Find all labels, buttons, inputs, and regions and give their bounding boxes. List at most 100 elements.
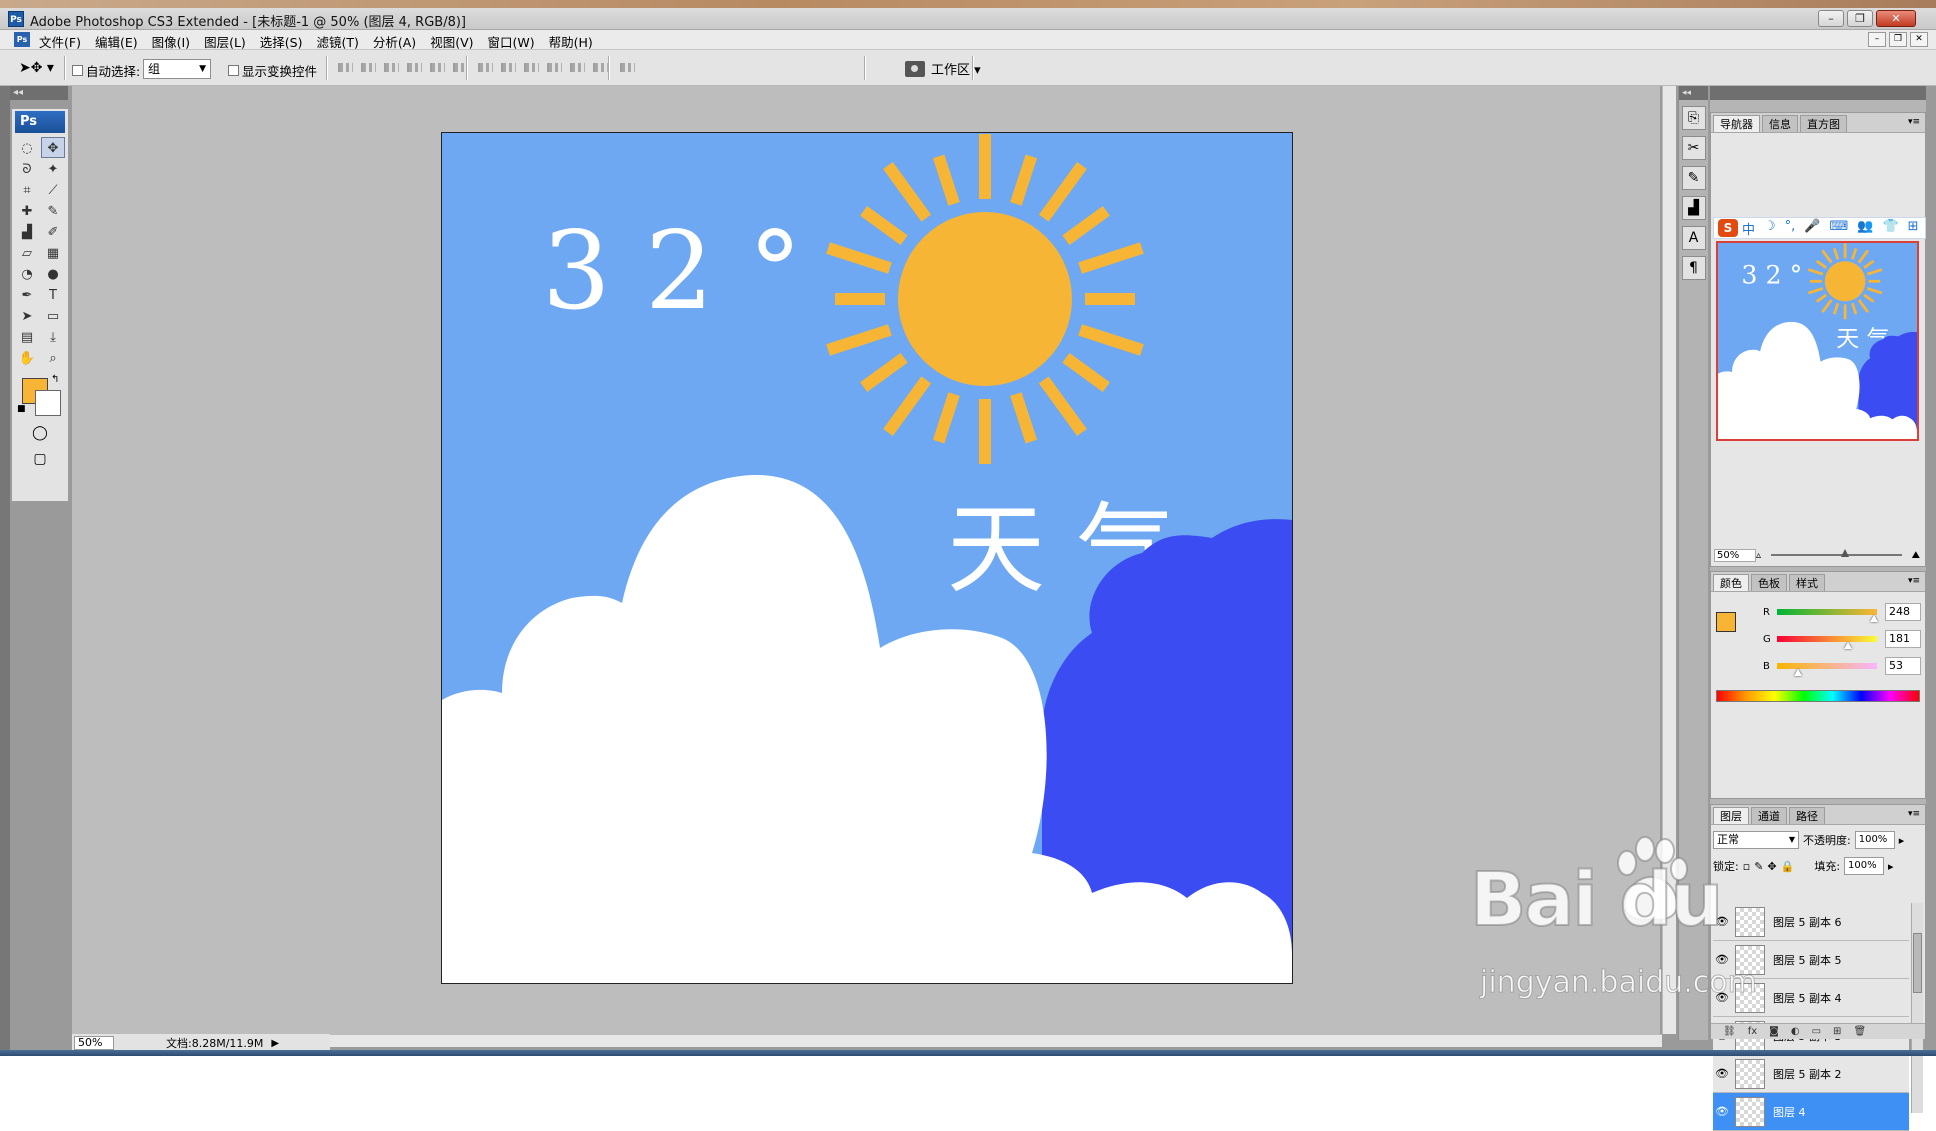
fill-arrow-icon[interactable]: ▸ [1888, 860, 1894, 873]
dodge-tool-icon[interactable]: ● [41, 263, 65, 284]
red-value-field[interactable]: 248 [1885, 603, 1921, 621]
menu-item-2[interactable]: 图像(I) [151, 32, 191, 51]
layer-row[interactable]: 👁 图层 4 [1713, 1093, 1909, 1131]
scroll-thumb[interactable] [1913, 933, 1922, 993]
healing-tool-icon[interactable]: ✚ [15, 200, 39, 221]
sogou-logo-icon[interactable]: S [1718, 219, 1738, 237]
delete-layer-icon[interactable]: 🗑 [1853, 1026, 1866, 1037]
ime-item-icon[interactable]: ⊞ [1908, 219, 1919, 238]
menu-item-5[interactable]: 滤镜(T) [315, 32, 359, 51]
panel-menu-icon[interactable]: ▾≡ [1908, 809, 1920, 819]
blue-value-field[interactable]: 53 [1885, 657, 1921, 675]
menu-item-1[interactable]: 编辑(E) [94, 32, 139, 51]
menu-item-9[interactable]: 帮助(H) [548, 32, 594, 51]
visibility-eye-icon[interactable]: 👁 [1713, 991, 1731, 1004]
slider-thumb[interactable] [1841, 549, 1850, 557]
doc-minimize-button[interactable]: – [1868, 32, 1886, 47]
color-spectrum-ramp[interactable] [1716, 690, 1920, 702]
document-icon[interactable]: Ps [14, 32, 30, 47]
hand-tool-icon[interactable]: ✋ [15, 347, 39, 368]
lock-position-icon[interactable]: ✥ [1767, 860, 1776, 873]
auto-select-dropdown[interactable]: 组 ▼ [143, 59, 211, 79]
visibility-eye-icon[interactable]: 👁 [1713, 953, 1731, 966]
panel-tab-1[interactable]: 色板 [1751, 574, 1787, 591]
distribute-bottom-icon[interactable] [522, 60, 539, 76]
status-menu-arrow-icon[interactable]: ▶ [271, 1038, 279, 1049]
swap-colors-icon[interactable]: ↰ [51, 374, 59, 385]
restore-button[interactable]: ❐ [1847, 10, 1873, 27]
green-slider[interactable] [1777, 636, 1877, 649]
distribute-left-icon[interactable] [545, 60, 562, 76]
doc-restore-button[interactable]: ❐ [1889, 32, 1907, 47]
close-button[interactable]: ✕ [1876, 10, 1916, 27]
align-hcenter-icon[interactable] [428, 60, 445, 76]
navigator-zoom-field[interactable]: 50% [1714, 548, 1756, 562]
ime-item-icon[interactable]: ☽ [1764, 219, 1776, 238]
ime-item-icon[interactable]: 中 [1742, 219, 1755, 238]
path-select-tool-icon[interactable]: ➤ [15, 305, 39, 326]
background-color-swatch[interactable] [35, 390, 61, 416]
show-transform-checkbox[interactable]: 显示变换控件 [228, 61, 317, 80]
eyedropper-tool-icon[interactable]: ⤓ [41, 326, 65, 347]
menu-item-8[interactable]: 窗口(W) [487, 32, 536, 51]
ime-item-icon[interactable]: 🎤 [1804, 219, 1820, 238]
panel-tab-2[interactable]: 样式 [1789, 574, 1825, 591]
auto-select-checkbox[interactable]: 自动选择: [72, 61, 140, 80]
quick-mask-button[interactable]: ◯ [21, 422, 59, 444]
workspace-button[interactable]: 工作区 ▾ [905, 59, 981, 78]
checkbox-box[interactable] [228, 65, 239, 76]
clone-source-icon[interactable]: ▟ [1681, 196, 1706, 220]
zoom-in-icon[interactable]: ⛰ [1912, 550, 1920, 561]
layers-scrollbar[interactable] [1911, 903, 1923, 1113]
horizontal-scrollbar[interactable] [330, 1034, 1662, 1047]
lock-all-icon[interactable]: 🔒 [1781, 860, 1795, 873]
history-icon[interactable]: ⎘ [1681, 106, 1706, 130]
menu-item-6[interactable]: 分析(A) [372, 32, 417, 51]
green-value-field[interactable]: 181 [1885, 630, 1921, 648]
move-tool-icon[interactable]: ✥ [41, 137, 65, 158]
ime-item-icon[interactable]: 👥 [1857, 219, 1873, 238]
auto-align-icon[interactable] [618, 60, 635, 76]
panel-tab-1[interactable]: 通道 [1751, 807, 1787, 824]
tool-presets-icon[interactable]: ✂ [1681, 136, 1706, 160]
navigator-zoom-slider[interactable] [1771, 549, 1902, 557]
panel-tab-0[interactable]: 导航器 [1713, 115, 1760, 132]
green-slider-thumb[interactable] [1843, 642, 1852, 649]
zoom-out-icon[interactable]: ▵ [1756, 550, 1761, 561]
blend-mode-dropdown[interactable]: 正常 ▼ [1713, 831, 1799, 849]
stamp-tool-icon[interactable]: ▟ [15, 221, 39, 242]
blue-slider-thumb[interactable] [1793, 669, 1802, 676]
distribute-hcenter-icon[interactable] [568, 60, 585, 76]
link-layers-icon[interactable]: ⛓ [1723, 1026, 1736, 1037]
visibility-eye-icon[interactable]: 👁 [1713, 1105, 1731, 1118]
toolbox-header[interactable]: ◂◂ [10, 86, 68, 100]
notes-tool-icon[interactable]: ▤ [15, 326, 39, 347]
opacity-field[interactable]: 100% [1854, 831, 1895, 849]
new-layer-icon[interactable]: ⊞ [1833, 1026, 1841, 1037]
bridge-camera-icon[interactable] [905, 60, 925, 77]
lock-transparent-icon[interactable]: ▫ [1743, 860, 1750, 873]
character-icon[interactable]: A [1681, 226, 1706, 250]
panel-tab-2[interactable]: 直方图 [1800, 115, 1847, 132]
blue-slider[interactable] [1777, 663, 1877, 676]
layer-row[interactable]: 👁 图层 5 副本 4 [1713, 979, 1909, 1017]
layer-row[interactable]: 👁 图层 5 副本 2 [1713, 1055, 1909, 1093]
align-top-icon[interactable] [336, 60, 353, 76]
color-panel-foreground-swatch[interactable] [1716, 612, 1736, 632]
ime-item-icon[interactable]: °, [1785, 219, 1796, 238]
panel-menu-icon[interactable]: ▾≡ [1908, 576, 1920, 586]
paragraph-icon[interactable]: ¶ [1681, 256, 1706, 280]
document-canvas[interactable]: 3 2 ° 天 气 [441, 132, 1293, 984]
align-vcenter-icon[interactable] [359, 60, 376, 76]
distribute-right-icon[interactable] [591, 60, 608, 76]
distribute-top-icon[interactable] [476, 60, 493, 76]
dock-header[interactable]: ◂◂ [1679, 86, 1708, 100]
type-tool-icon[interactable]: T [41, 284, 65, 305]
tool-preset-picker[interactable]: ➤✥ ▾ [18, 57, 58, 79]
zoom-field[interactable]: 50% [74, 1036, 114, 1050]
menu-item-4[interactable]: 选择(S) [259, 32, 304, 51]
minimize-button[interactable]: – [1818, 10, 1844, 27]
checkbox-box[interactable] [72, 65, 83, 76]
panel-tab-0[interactable]: 图层 [1713, 807, 1749, 824]
adjustment-layer-icon[interactable]: ◐ [1791, 1026, 1800, 1037]
